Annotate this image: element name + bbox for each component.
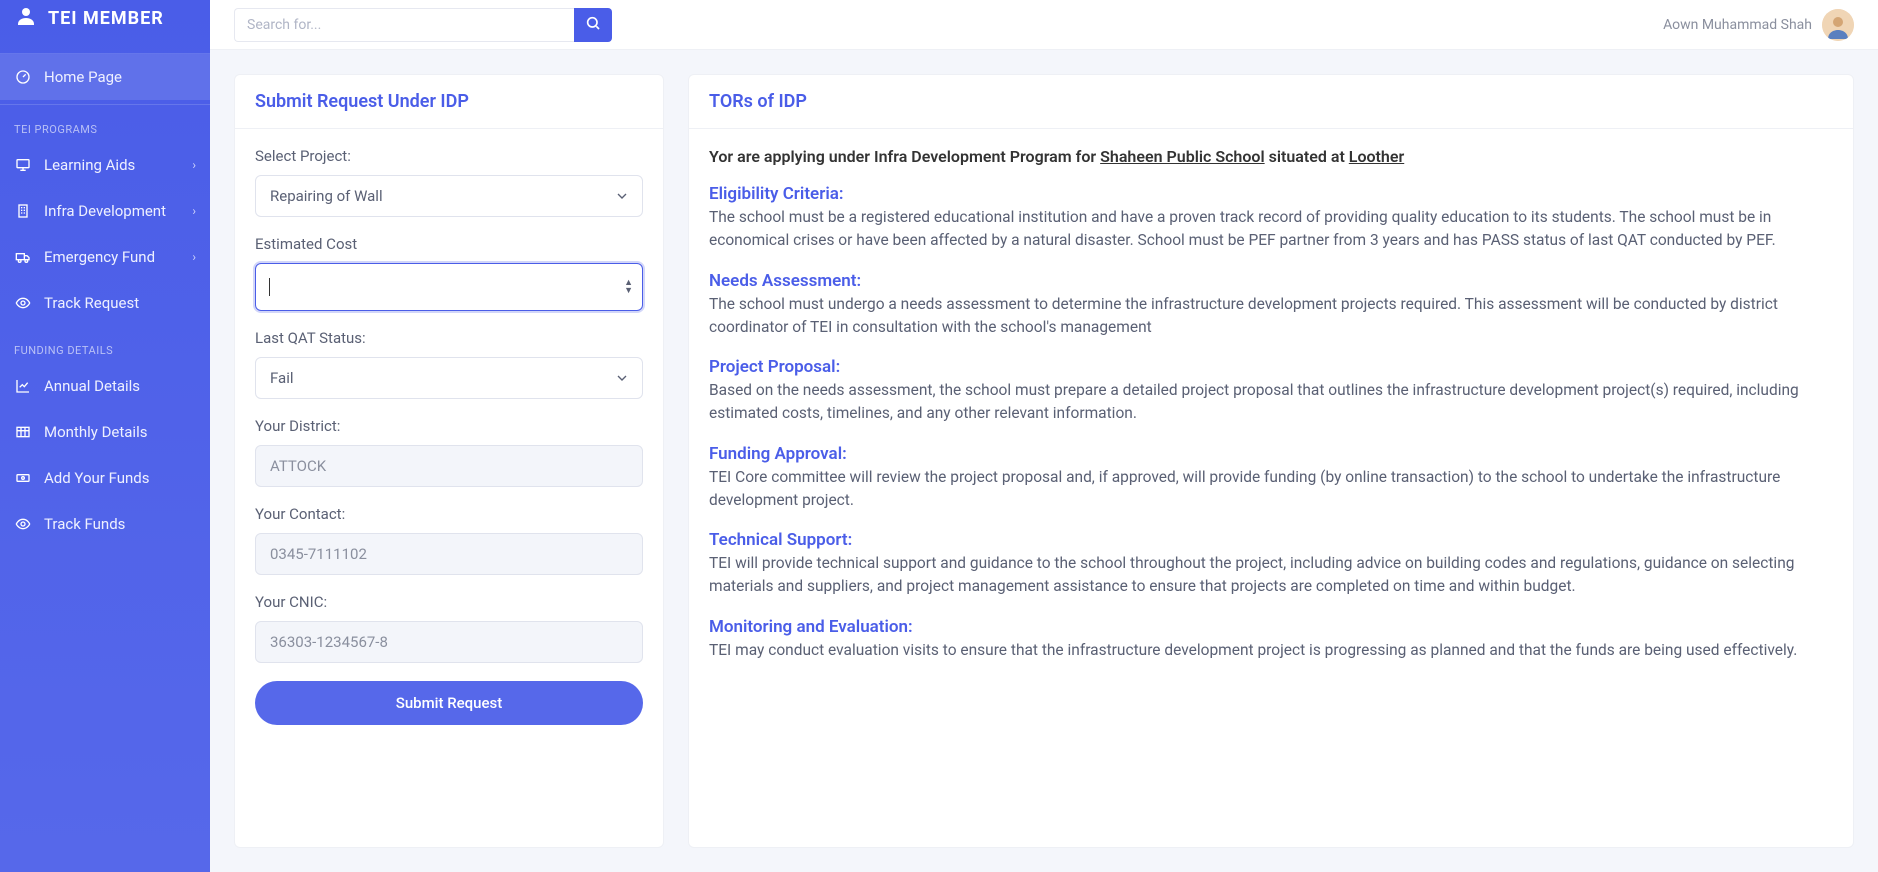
tors-section-title: Monitoring and Evaluation: [709, 617, 1833, 637]
tors-section-title: Technical Support: [709, 530, 1833, 550]
cnic-input [255, 621, 643, 663]
nav-label: Infra Development [44, 202, 166, 220]
nav-home[interactable]: Home Page [0, 54, 210, 100]
sidebar: TEI MEMBER Home Page TEI PROGRAMS Learni… [0, 0, 210, 872]
tors-section: Monitoring and Evaluation:TEI may conduc… [709, 617, 1833, 662]
tors-card: TORs of IDP Yor are applying under Infra… [688, 74, 1854, 848]
number-spinner[interactable]: ▲▼ [624, 279, 633, 295]
tors-section-title: Project Proposal: [709, 357, 1833, 377]
form-title: Submit Request Under IDP [235, 75, 663, 129]
nav-label: Monthly Details [44, 423, 147, 441]
search [234, 8, 612, 42]
label-project: Select Project: [255, 147, 643, 165]
label-cost: Estimated Cost [255, 235, 643, 253]
tors-section-body: TEI will provide technical support and g… [709, 552, 1833, 599]
tors-title: TORs of IDP [689, 75, 1853, 129]
nav-track-request[interactable]: Track Request [0, 280, 210, 326]
select-project[interactable]: Repairing of Wall [255, 175, 643, 217]
tors-section-body: Based on the needs assessment, the schoo… [709, 379, 1833, 426]
eye-icon [14, 516, 32, 532]
nav-label: Home Page [44, 68, 122, 86]
tors-section-title: Eligibility Criteria: [709, 184, 1833, 204]
tors-section: Eligibility Criteria:The school must be … [709, 184, 1833, 253]
topbar: Aown Muhammad Shah [210, 0, 1878, 50]
submit-button[interactable]: Submit Request [255, 681, 643, 725]
dashboard-icon [14, 69, 32, 85]
nav-learning-aids[interactable]: Learning Aids › [0, 142, 210, 188]
tors-section: Project Proposal:Based on the needs asse… [709, 357, 1833, 426]
nav-emergency-fund[interactable]: Emergency Fund › [0, 234, 210, 280]
table-icon [14, 424, 32, 440]
brand[interactable]: TEI MEMBER [0, 0, 210, 49]
avatar [1822, 9, 1854, 41]
money-icon [14, 470, 32, 486]
search-input[interactable] [234, 8, 574, 42]
user-area[interactable]: Aown Muhammad Shah [1663, 9, 1854, 41]
cost-input-wrap: ▲▼ [255, 263, 643, 311]
tors-section: Funding Approval:TEI Core committee will… [709, 444, 1833, 513]
district-input [255, 445, 643, 487]
chevron-right-icon: › [192, 158, 196, 172]
nav-infra-dev[interactable]: Infra Development › [0, 188, 210, 234]
monitor-icon [14, 157, 32, 173]
section-funding: FUNDING DETAILS [0, 326, 210, 363]
truck-icon [14, 249, 32, 265]
school-name: Shaheen Public School [1100, 147, 1264, 166]
main: Aown Muhammad Shah Submit Request Under … [210, 0, 1878, 872]
eye-icon [14, 295, 32, 311]
nav-label: Track Funds [44, 515, 125, 533]
chevron-right-icon: › [192, 204, 196, 218]
tors-intro: Yor are applying under Infra Development… [709, 147, 1833, 166]
label-district: Your District: [255, 417, 643, 435]
label-contact: Your Contact: [255, 505, 643, 523]
chevron-right-icon: › [192, 250, 196, 264]
search-icon [585, 15, 601, 35]
tors-sections: Eligibility Criteria:The school must be … [709, 184, 1833, 662]
location-name: Loother [1349, 147, 1404, 166]
section-programs: TEI PROGRAMS [0, 105, 210, 142]
tors-section-title: Needs Assessment: [709, 271, 1833, 291]
tors-section: Needs Assessment:The school must undergo… [709, 271, 1833, 340]
nav-monthly-details[interactable]: Monthly Details [0, 409, 210, 455]
nav-label: Track Request [44, 294, 139, 312]
cost-input[interactable] [255, 263, 643, 311]
tors-section: Technical Support:TEI will provide techn… [709, 530, 1833, 599]
nav-label: Learning Aids [44, 156, 135, 174]
nav-add-funds[interactable]: Add Your Funds [0, 455, 210, 501]
select-qat[interactable]: Fail [255, 357, 643, 399]
nav-annual-details[interactable]: Annual Details [0, 363, 210, 409]
user-name: Aown Muhammad Shah [1663, 17, 1812, 33]
intro-pre: Yor are applying under Infra Development… [709, 147, 1100, 166]
search-button[interactable] [574, 8, 612, 42]
tors-section-body: The school must undergo a needs assessme… [709, 293, 1833, 340]
nav-label: Emergency Fund [44, 248, 155, 266]
contact-input [255, 533, 643, 575]
form-card: Submit Request Under IDP Select Project:… [234, 74, 664, 848]
building-icon [14, 203, 32, 219]
label-cnic: Your CNIC: [255, 593, 643, 611]
nav-label: Annual Details [44, 377, 140, 395]
content: Submit Request Under IDP Select Project:… [210, 50, 1878, 872]
intro-mid: situated at [1265, 147, 1349, 166]
user-icon [14, 4, 38, 33]
label-qat: Last QAT Status: [255, 329, 643, 347]
tors-section-body: TEI may conduct evaluation visits to ens… [709, 639, 1833, 662]
nav-track-funds[interactable]: Track Funds [0, 501, 210, 547]
tors-section-body: TEI Core committee will review the proje… [709, 466, 1833, 513]
text-caret [269, 278, 270, 296]
nav-label: Add Your Funds [44, 469, 149, 487]
chart-icon [14, 378, 32, 394]
tors-section-body: The school must be a registered educatio… [709, 206, 1833, 253]
brand-text: TEI MEMBER [48, 8, 164, 29]
tors-section-title: Funding Approval: [709, 444, 1833, 464]
